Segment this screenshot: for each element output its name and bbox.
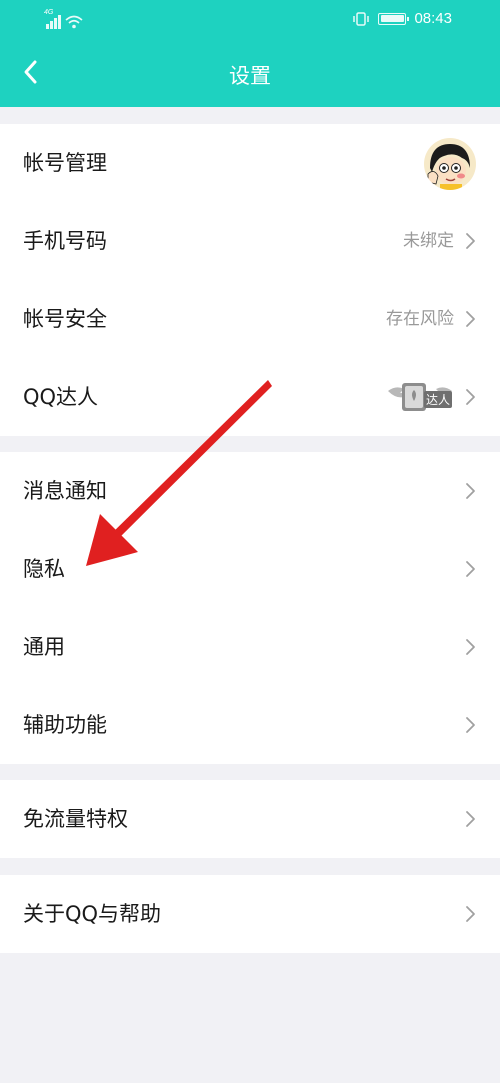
chevron-right-icon (466, 233, 475, 249)
settings-row-qq-daren[interactable]: QQ达人 达人 (0, 358, 500, 436)
row-label: 帐号安全 (23, 307, 107, 331)
avatar (424, 138, 476, 190)
status-left: 4G (44, 9, 83, 29)
settings-row-account-security[interactable]: 帐号安全 存在风险 (0, 280, 500, 358)
settings-row-account-management[interactable]: 帐号管理 (0, 124, 500, 202)
row-label: 消息通知 (23, 479, 107, 503)
wifi-icon (64, 15, 83, 29)
daren-badge-label: 达人 (426, 393, 450, 407)
settings-row-general[interactable]: 通用 (0, 608, 500, 686)
daren-badge-icon: 达人 (388, 383, 452, 411)
chevron-right-icon (466, 389, 475, 405)
battery-icon (378, 12, 410, 25)
header-bar: 设置 (0, 40, 500, 107)
status-right: 08:43 (352, 10, 452, 27)
row-label: 手机号码 (23, 229, 107, 253)
chevron-right-icon (466, 639, 475, 655)
settings-row-accessibility[interactable]: 辅助功能 (0, 686, 500, 764)
row-label: 辅助功能 (23, 713, 107, 737)
row-label: 帐号管理 (23, 151, 107, 175)
settings-group-general: 消息通知 隐私 通用 辅助功能 (0, 452, 500, 764)
settings-group-about: 关于QQ与帮助 (0, 875, 500, 953)
row-label: 免流量特权 (23, 807, 128, 831)
settings-row-phone-number[interactable]: 手机号码 未绑定 (0, 202, 500, 280)
row-label: 通用 (23, 635, 65, 659)
settings-row-about-and-help[interactable]: 关于QQ与帮助 (0, 875, 500, 953)
settings-row-data-free-privilege[interactable]: 免流量特权 (0, 780, 500, 858)
chevron-right-icon (466, 483, 475, 499)
row-value: 未绑定 (403, 231, 454, 251)
chevron-right-icon (466, 561, 475, 577)
chevron-right-icon (466, 717, 475, 733)
settings-row-message-notifications[interactable]: 消息通知 (0, 452, 500, 530)
vibrate-icon (353, 11, 370, 26)
chevron-right-icon (466, 906, 475, 922)
settings-row-privacy[interactable]: 隐私 (0, 530, 500, 608)
row-label: 关于QQ与帮助 (23, 902, 162, 926)
row-label: 隐私 (23, 557, 65, 581)
status-bar: 4G 08:43 (0, 0, 500, 40)
chevron-right-icon (466, 811, 475, 827)
settings-group-data-privilege: 免流量特权 (0, 780, 500, 858)
row-label: QQ达人 (23, 385, 99, 409)
settings-group-account: 帐号管理 手机号码 未绑定 帐号安全 存在风险 QQ达人 达人 (0, 124, 500, 436)
network-type-label: 4G (44, 9, 54, 16)
page-title: 设置 (229, 64, 271, 88)
chevron-right-icon (466, 311, 475, 327)
status-time: 08:43 (414, 10, 452, 27)
signal-strength-icon: 4G (44, 9, 61, 29)
row-value: 存在风险 (386, 309, 454, 329)
